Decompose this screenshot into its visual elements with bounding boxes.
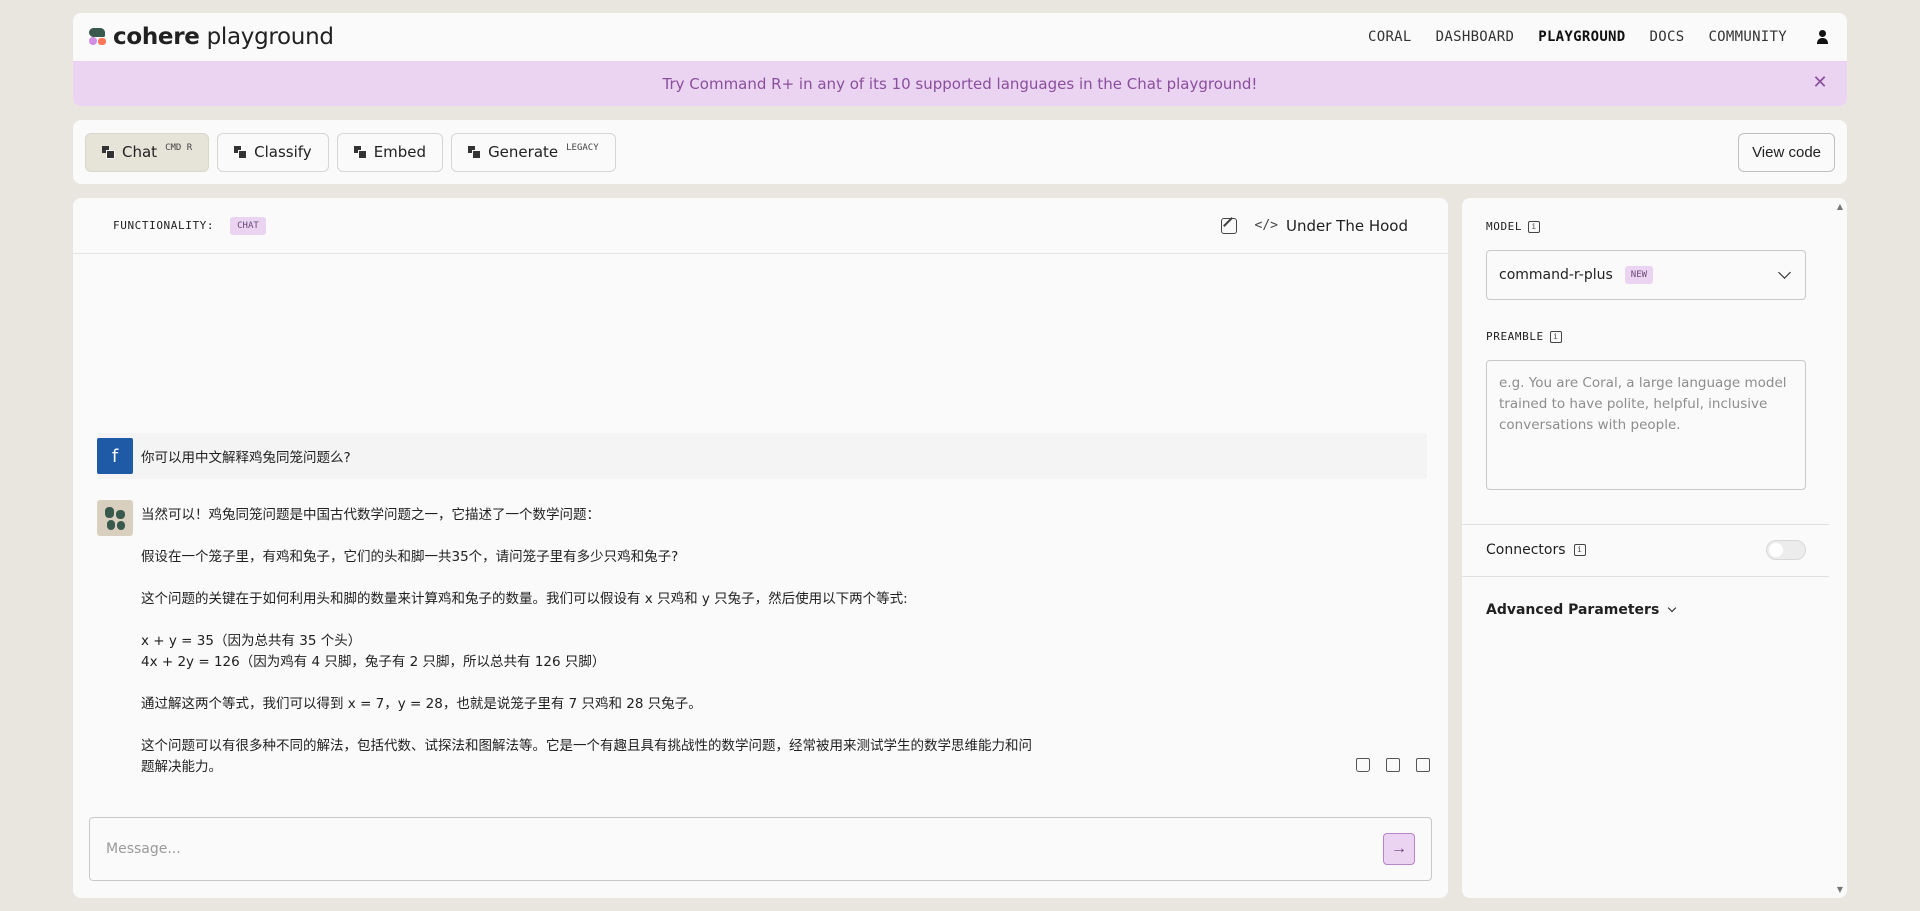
thumbs-down-icon[interactable]	[1386, 758, 1400, 772]
generate-icon	[468, 146, 482, 159]
tab-classify[interactable]: Classify	[217, 132, 329, 172]
code-icon: </>	[1254, 218, 1278, 233]
under-the-hood-label: Under The Hood	[1286, 216, 1408, 235]
model-label: MODEL	[1486, 220, 1523, 233]
message-input[interactable]	[106, 841, 1383, 857]
bot-paragraph: 假设在一个笼子里，有鸡和兔子，它们的头和脚一共35个，请问笼子里有多少只鸡和兔子…	[141, 549, 679, 565]
top-navigation: cohere playground CORAL DASHBOARD PLAYGR…	[73, 13, 1847, 61]
connectors-row: Connectors i	[1486, 540, 1806, 560]
nav-playground[interactable]: PLAYGROUND	[1538, 29, 1625, 45]
chat-panel: FUNCTIONALITY: CHAT </> Under The Hood f…	[73, 198, 1448, 898]
embed-icon	[353, 146, 367, 159]
functionality-badge: CHAT	[230, 216, 266, 235]
logo-text: cohere playground	[113, 24, 334, 50]
chat-icon	[102, 146, 115, 159]
bot-message-text: 当然可以！鸡兔同笼问题是中国古代数学问题之一，它描述了一个数学问题： 假设在一个…	[141, 505, 1041, 778]
bot-paragraph: 通过解这两个等式，我们可以得到 x = 7，y = 28，也就是说笼子里有 7 …	[141, 696, 702, 712]
nav-community[interactable]: COMMUNITY	[1708, 29, 1787, 45]
logo-product: playground	[206, 24, 334, 50]
tab-chat[interactable]: Chat CMD R	[85, 132, 210, 172]
new-badge: NEW	[1624, 266, 1654, 284]
connectors-toggle[interactable]	[1766, 540, 1806, 560]
preamble-input[interactable]	[1486, 360, 1806, 490]
chevron-down-icon	[1668, 603, 1677, 613]
connectors-label: Connectors	[1486, 542, 1566, 558]
thumbs-up-icon[interactable]	[1356, 758, 1370, 772]
user-message-text: 你可以用中文解释鸡兔同笼问题么?	[141, 450, 351, 466]
bot-avatar	[97, 500, 133, 536]
view-code-button[interactable]: View code	[1738, 132, 1835, 172]
endpoint-tabs: Chat CMD R Classify Embed Generate LEGAC…	[73, 120, 1847, 184]
tab-chat-badge: CMD R	[165, 143, 193, 153]
main-nav: CORAL DASHBOARD PLAYGROUND DOCS COMMUNIT…	[1368, 29, 1831, 45]
tab-generate[interactable]: Generate LEGACY	[451, 132, 616, 172]
preamble-label-row: PREAMBLE i	[1486, 330, 1562, 343]
tab-generate-badge: LEGACY	[566, 143, 599, 153]
classify-icon	[234, 146, 248, 159]
bot-paragraph: 当然可以！鸡兔同笼问题是中国古代数学问题之一，它描述了一个数学问题：	[141, 507, 600, 523]
message-actions	[1356, 758, 1430, 772]
tab-classify-label: Classify	[254, 143, 312, 161]
info-icon[interactable]: i	[1573, 544, 1586, 556]
announcement-banner: Try Command R+ in any of its 10 supporte…	[73, 61, 1847, 106]
tab-generate-label: Generate	[488, 143, 559, 161]
tab-chat-label: Chat	[122, 143, 158, 161]
nav-coral[interactable]: CORAL	[1368, 29, 1412, 45]
divider	[1462, 524, 1829, 525]
model-select[interactable]: command-r-plus NEW	[1486, 250, 1806, 300]
model-value: command-r-plus	[1499, 267, 1613, 283]
divider	[1462, 576, 1829, 577]
user-avatar: f	[97, 438, 133, 474]
arrow-right-icon: →	[1391, 840, 1407, 857]
model-label-row: MODEL i	[1486, 220, 1541, 233]
info-icon[interactable]: i	[1528, 220, 1541, 233]
new-chat-icon[interactable]	[1220, 217, 1237, 234]
copy-icon[interactable]	[1416, 758, 1430, 772]
user-message: f 你可以用中文解释鸡兔同笼问题么?	[97, 433, 1427, 479]
bot-paragraph: x + y = 35（因为总共有 35 个头）	[141, 633, 362, 649]
under-the-hood-button[interactable]: </> Under The Hood	[1255, 217, 1408, 235]
chevron-down-icon	[1778, 266, 1791, 279]
tab-embed-label: Embed	[373, 143, 427, 161]
advanced-parameters-toggle[interactable]: Advanced Parameters	[1486, 602, 1677, 618]
bot-paragraph: 4x + 2y = 126（因为鸡有 4 只脚，兔子有 2 只脚，所以总共有 1…	[141, 654, 606, 670]
chat-header: FUNCTIONALITY: CHAT </> Under The Hood	[73, 198, 1448, 254]
bot-paragraph: 这个问题的关键在于如何利用头和脚的数量来计算鸡和兔子的数量。我们可以假设有 x …	[141, 591, 908, 607]
advanced-parameters-label: Advanced Parameters	[1486, 602, 1660, 618]
info-icon[interactable]: i	[1549, 330, 1562, 343]
nav-dashboard[interactable]: DASHBOARD	[1436, 29, 1515, 45]
bot-paragraph: 这个问题可以有很多种不同的解法，包括代数、试探法和图解法等。它是一个有趣且具有挑…	[141, 738, 1032, 775]
settings-panel: ▲ MODEL i command-r-plus NEW PREAMBLE i …	[1462, 198, 1847, 898]
cohere-logo[interactable]: cohere playground	[89, 24, 334, 50]
functionality-label: FUNCTIONALITY:	[113, 219, 215, 232]
logo-brand: cohere	[113, 24, 200, 50]
message-composer: →	[89, 817, 1432, 881]
scroll-up-icon[interactable]: ▲	[1837, 202, 1843, 211]
cohere-logo-icon	[89, 28, 107, 46]
close-icon[interactable]: ✕	[1811, 74, 1829, 92]
tab-embed[interactable]: Embed	[336, 132, 444, 172]
banner-text: Try Command R+ in any of its 10 supporte…	[662, 74, 1258, 93]
preamble-label: PREAMBLE	[1486, 330, 1544, 343]
nav-docs[interactable]: DOCS	[1650, 29, 1685, 45]
user-icon[interactable]	[1815, 29, 1831, 45]
send-button[interactable]: →	[1383, 833, 1415, 865]
scroll-down-icon[interactable]: ▼	[1837, 885, 1843, 894]
chat-header-actions: </> Under The Hood	[1220, 217, 1408, 235]
